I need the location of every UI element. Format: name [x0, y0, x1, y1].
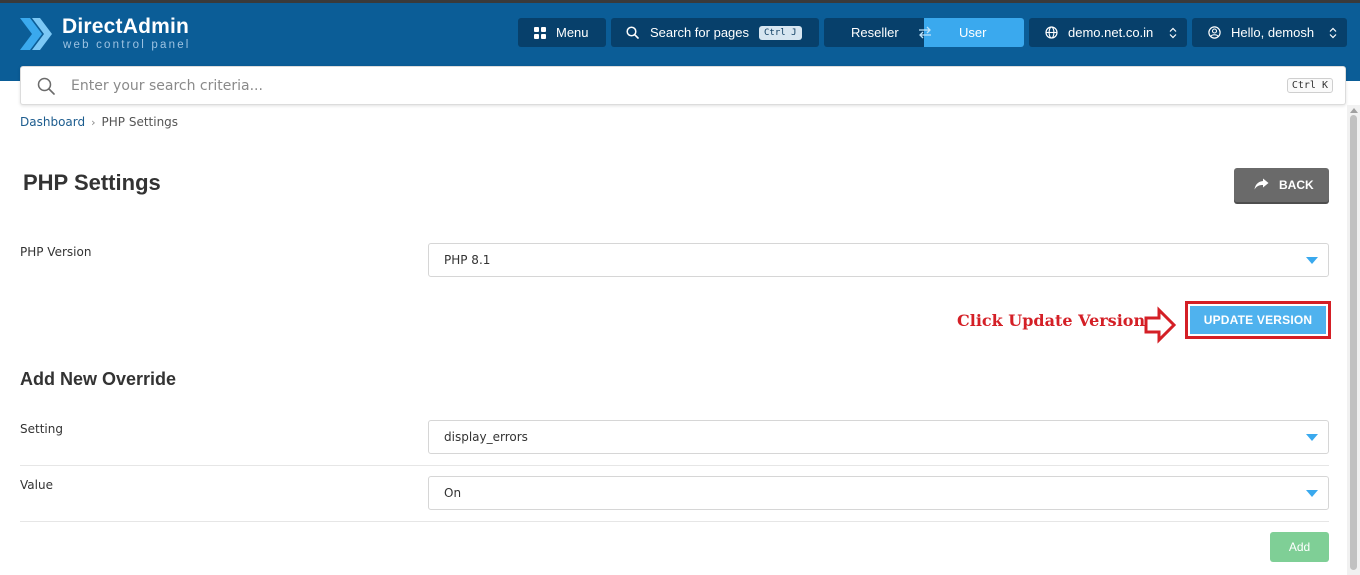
caret-down-icon [1306, 434, 1318, 441]
chevron-updown-icon [1169, 27, 1177, 42]
breadcrumb-separator: › [91, 115, 96, 129]
page-scrollbar[interactable] [1347, 105, 1360, 575]
breadcrumb: Dashboard › PHP Settings [20, 115, 178, 129]
search-pages-label: Search for pages [650, 25, 750, 40]
search-icon [37, 77, 55, 99]
swap-arrows-icon [918, 26, 932, 42]
user-greeting-label: Hello, demosh [1231, 25, 1315, 40]
value-value: On [444, 486, 462, 500]
role-reseller-label: Reseller [851, 25, 899, 40]
scrollbar-thumb[interactable] [1350, 115, 1357, 570]
share-arrow-icon [1254, 178, 1269, 193]
globe-icon [1045, 26, 1058, 39]
breadcrumb-current: PHP Settings [101, 115, 179, 129]
row-divider [20, 465, 1329, 466]
role-user-label: User [959, 25, 987, 40]
back-label: BACK [1279, 178, 1314, 192]
logo[interactable]: DirectAdmin web control panel [18, 15, 208, 55]
annotation-text: Click Update Version [957, 311, 1146, 330]
role-switch[interactable]: Reseller User [824, 18, 1024, 47]
global-search-bar: Ctrl K [20, 66, 1346, 105]
update-version-button[interactable]: UPDATE VERSION [1190, 306, 1326, 334]
setting-value: display_errors [444, 430, 528, 444]
domain-label: demo.net.co.in [1068, 25, 1154, 40]
search-icon [626, 26, 639, 39]
php-version-value: PHP 8.1 [444, 253, 491, 267]
row-divider [20, 521, 1329, 522]
role-user-option[interactable]: User [924, 18, 1024, 47]
menu-label: Menu [556, 25, 589, 40]
chevron-updown-icon [1329, 27, 1337, 42]
value-select[interactable]: On [428, 476, 1329, 510]
breadcrumb-dashboard-link[interactable]: Dashboard [20, 115, 85, 129]
domain-selector[interactable]: demo.net.co.in [1029, 18, 1187, 47]
directadmin-chevron-icon [20, 18, 52, 50]
add-override-button[interactable]: Add [1270, 532, 1329, 562]
caret-down-icon [1306, 257, 1318, 264]
page-title: PHP Settings [23, 170, 161, 195]
back-button[interactable]: BACK [1234, 168, 1329, 202]
search-pages-button[interactable]: Search for pages Ctrl J [611, 18, 819, 47]
php-version-select[interactable]: PHP 8.1 [428, 243, 1329, 277]
setting-select[interactable]: display_errors [428, 420, 1329, 454]
php-version-label: PHP Version [20, 245, 92, 259]
role-reseller-option[interactable]: Reseller [824, 18, 931, 47]
user-circle-icon [1208, 26, 1221, 39]
add-override-title: Add New Override [20, 369, 177, 389]
logo-title: DirectAdmin [62, 15, 190, 38]
global-search-input[interactable] [71, 75, 1271, 97]
setting-label: Setting [20, 422, 63, 436]
search-shortcut-badge: Ctrl K [1286, 78, 1333, 93]
caret-down-icon [1306, 490, 1318, 497]
outline-arrow-right-icon [1143, 305, 1177, 349]
logo-subtitle: web control panel [63, 39, 191, 51]
menu-button[interactable]: Menu [518, 18, 606, 47]
scroll-up-arrow[interactable] [1350, 108, 1358, 113]
value-label: Value [20, 478, 53, 492]
search-shortcut-badge: Ctrl J [759, 25, 802, 40]
user-menu-button[interactable]: Hello, demosh [1192, 18, 1347, 47]
grid-icon [534, 26, 546, 39]
